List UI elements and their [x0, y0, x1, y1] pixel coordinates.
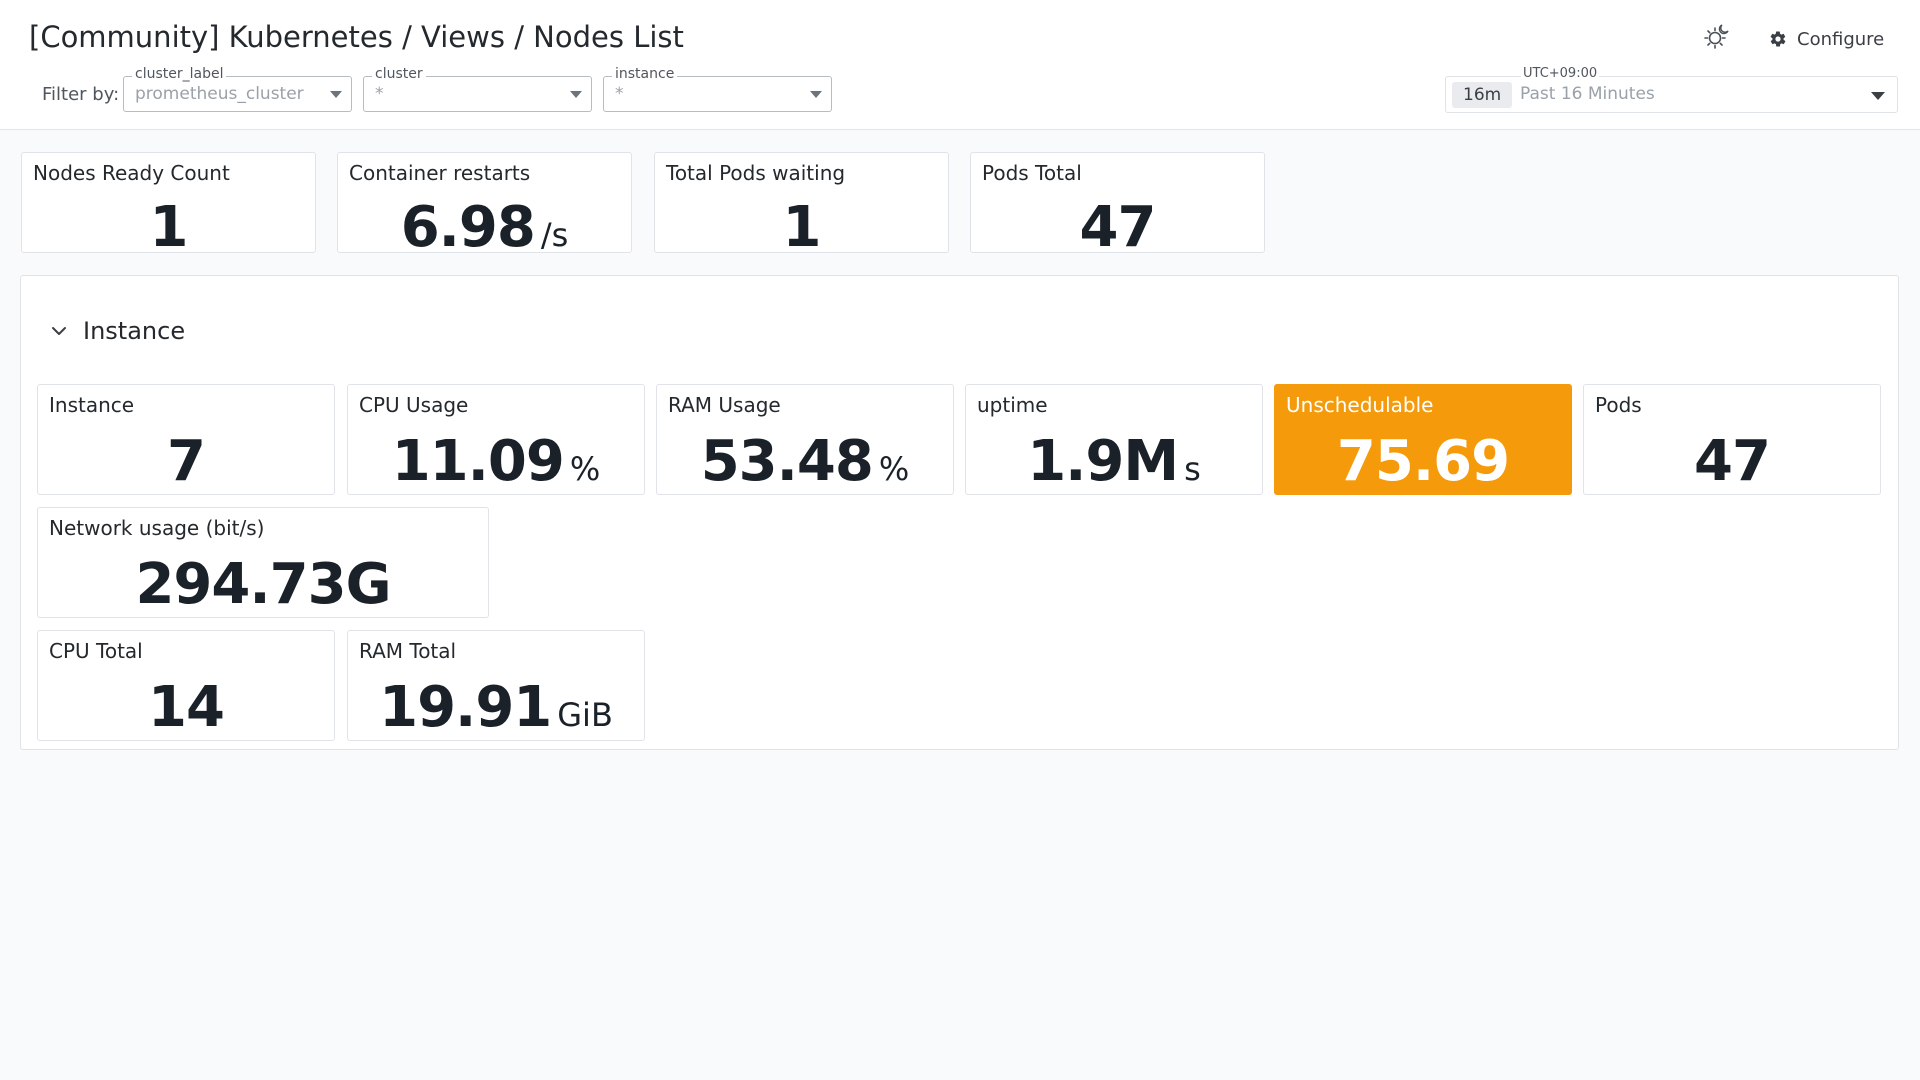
filter-value: *	[375, 84, 384, 104]
stat-card-ram-total[interactable]: RAM Total 19.91 GiB	[347, 630, 645, 741]
instance-section: Instance Instance 7 CPU Usage 11.09% RAM…	[20, 275, 1899, 750]
filter-cluster-select[interactable]: cluster *	[363, 66, 592, 112]
stat-value: 7	[167, 429, 206, 494]
stat-label: CPU Usage	[359, 393, 469, 417]
timezone-label: UTC+09:00	[1521, 66, 1600, 81]
stat-card-pods-waiting[interactable]: Total Pods waiting 1	[654, 152, 949, 260]
stat-card-instance[interactable]: Instance 7	[37, 384, 335, 495]
stat-card-network-usage[interactable]: Network usage (bit/s) 294.73G	[37, 507, 489, 618]
caret-down-icon	[1871, 92, 1885, 100]
stat-value: 1.9M s	[1027, 429, 1201, 494]
stat-label: RAM Total	[359, 639, 457, 663]
configure-label: Configure	[1797, 28, 1885, 50]
stat-value: 14	[148, 675, 225, 740]
stat-label: Pods	[1595, 393, 1642, 417]
stat-label: Nodes Ready Count	[33, 161, 230, 185]
time-range-text: Past 16 Minutes	[1520, 84, 1655, 104]
stat-label: CPU Total	[49, 639, 143, 663]
stat-card-pods-total[interactable]: Pods Total 47	[970, 152, 1265, 260]
chevron-down-icon	[52, 327, 66, 335]
stat-value: 294.73G	[135, 552, 391, 617]
theme-toggle-button[interactable]	[1699, 20, 1733, 54]
filter-by-label: Filter by:	[42, 84, 120, 105]
stat-label: Network usage (bit/s)	[49, 516, 265, 540]
stat-label: Instance	[49, 393, 135, 417]
time-range-picker[interactable]: UTC+09:00 16m Past 16 Minutes	[1445, 66, 1898, 113]
stat-card-cpu-usage[interactable]: CPU Usage 11.09%	[347, 384, 645, 495]
stat-value: 1	[782, 195, 822, 260]
stat-label: RAM Usage	[668, 393, 781, 417]
stat-label: uptime	[977, 393, 1048, 417]
stat-value: 1	[149, 195, 189, 260]
filter-value: prometheus_cluster	[135, 84, 304, 104]
filter-legend: cluster_label	[132, 66, 227, 82]
stat-label: Pods Total	[982, 161, 1082, 185]
dashboard-header: [Community] Kubernetes / Views / Nodes L…	[0, 0, 1920, 130]
stat-value: 53.48%	[700, 429, 910, 494]
stat-value: 47	[1694, 429, 1771, 494]
stat-value: 6.98/s	[400, 195, 569, 260]
stat-card-pods[interactable]: Pods 47	[1583, 384, 1881, 495]
stat-label: Total Pods waiting	[666, 161, 846, 185]
stat-card-nodes-ready[interactable]: Nodes Ready Count 1	[21, 152, 316, 260]
filter-legend: cluster	[372, 66, 426, 82]
filter-instance-select[interactable]: instance *	[603, 66, 832, 112]
section-title: Instance	[83, 317, 186, 345]
filter-legend: instance	[612, 66, 678, 82]
caret-down-icon	[330, 91, 342, 98]
caret-down-icon	[570, 91, 582, 98]
stat-value: 75.69	[1336, 429, 1510, 494]
stat-value: 47	[1079, 195, 1157, 260]
stat-value: 11.09%	[391, 429, 601, 494]
stat-label: Unschedulable	[1286, 393, 1434, 417]
stat-card-cpu-total[interactable]: CPU Total 14	[37, 630, 335, 741]
stat-card-uptime[interactable]: uptime 1.9M s	[965, 384, 1263, 495]
stat-card-unschedulable[interactable]: Unschedulable 75.69	[1274, 384, 1572, 495]
stat-card-ram-usage[interactable]: RAM Usage 53.48%	[656, 384, 954, 495]
page-title: [Community] Kubernetes / Views / Nodes L…	[29, 20, 684, 54]
caret-down-icon	[810, 91, 822, 98]
stat-value: 19.91 GiB	[379, 675, 613, 740]
gear-icon	[1770, 31, 1786, 47]
stat-card-container-restarts[interactable]: Container restarts 6.98/s	[337, 152, 632, 260]
sun-moon-icon	[1704, 24, 1729, 49]
stat-label: Container restarts	[349, 161, 531, 185]
section-collapse-toggle[interactable]: Instance	[49, 314, 185, 348]
configure-button[interactable]: Configure	[1769, 24, 1884, 54]
filter-cluster-label-select[interactable]: cluster_label prometheus_cluster	[123, 66, 352, 112]
time-range-chip: 16m	[1452, 82, 1513, 108]
filter-value: *	[615, 84, 624, 104]
